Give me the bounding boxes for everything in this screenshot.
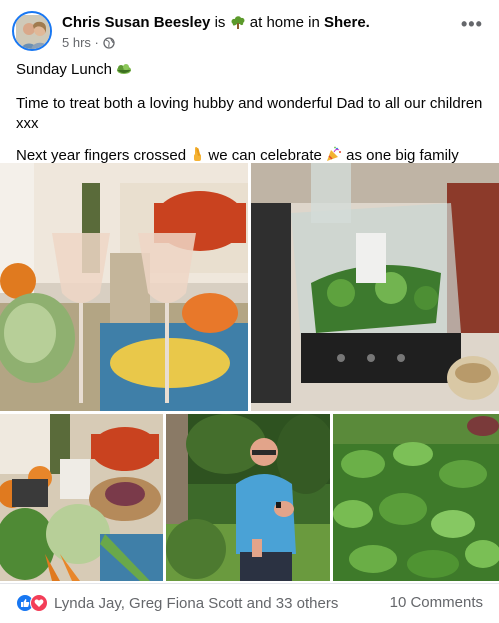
status-prefix: is	[214, 14, 226, 31]
globe-icon[interactable]	[102, 37, 115, 53]
post-subline: 5 hrs ·	[62, 35, 115, 53]
line3-part-b: we can celebrate	[208, 147, 322, 164]
post-time[interactable]: 5 hrs	[62, 35, 91, 50]
avatar[interactable]	[12, 11, 52, 51]
separator: ·	[94, 35, 99, 50]
post-text-line2: Time to treat both a loving hubby and wo…	[16, 95, 483, 132]
post-text: Sunday Lunch Time to treat both a loving…	[16, 60, 486, 180]
tree-icon	[230, 15, 246, 29]
sunday-lunch-text: Sunday Lunch	[16, 61, 112, 78]
champagne-photo[interactable]	[0, 163, 248, 411]
post-header: Chris Susan Beesley is at home in Shere.…	[12, 11, 487, 55]
comments-count[interactable]: 10 Comments	[390, 593, 483, 613]
post-text-line1: Sunday Lunch	[16, 60, 486, 82]
post-footer: Lynda Jay, Greg Fiona Scott and 33 other…	[0, 583, 499, 623]
location-link[interactable]: Shere.	[324, 14, 370, 31]
reactors-text[interactable]: Lynda Jay, Greg Fiona Scott and 33 other…	[54, 595, 338, 612]
man-in-garden-photo[interactable]	[166, 414, 330, 581]
photo-grid	[0, 163, 499, 581]
post-meta: Chris Susan Beesley is at home in Shere.	[62, 13, 370, 33]
status-middle: at home in	[249, 14, 320, 31]
salad-icon	[116, 60, 132, 82]
author-name[interactable]: Chris Susan Beesley	[62, 14, 210, 31]
reaction-summary[interactable]: Lynda Jay, Greg Fiona Scott and 33 other…	[16, 593, 338, 613]
line3-part-a: Next year fingers crossed	[16, 147, 187, 164]
more-options-button[interactable]: •••	[461, 15, 482, 37]
food-processor-photo[interactable]	[251, 163, 499, 411]
mint-plants-photo[interactable]	[333, 414, 499, 581]
kitchen-counter-photo[interactable]	[0, 414, 163, 581]
love-icon	[30, 594, 48, 612]
line3-part-c: as one big family	[346, 147, 459, 164]
